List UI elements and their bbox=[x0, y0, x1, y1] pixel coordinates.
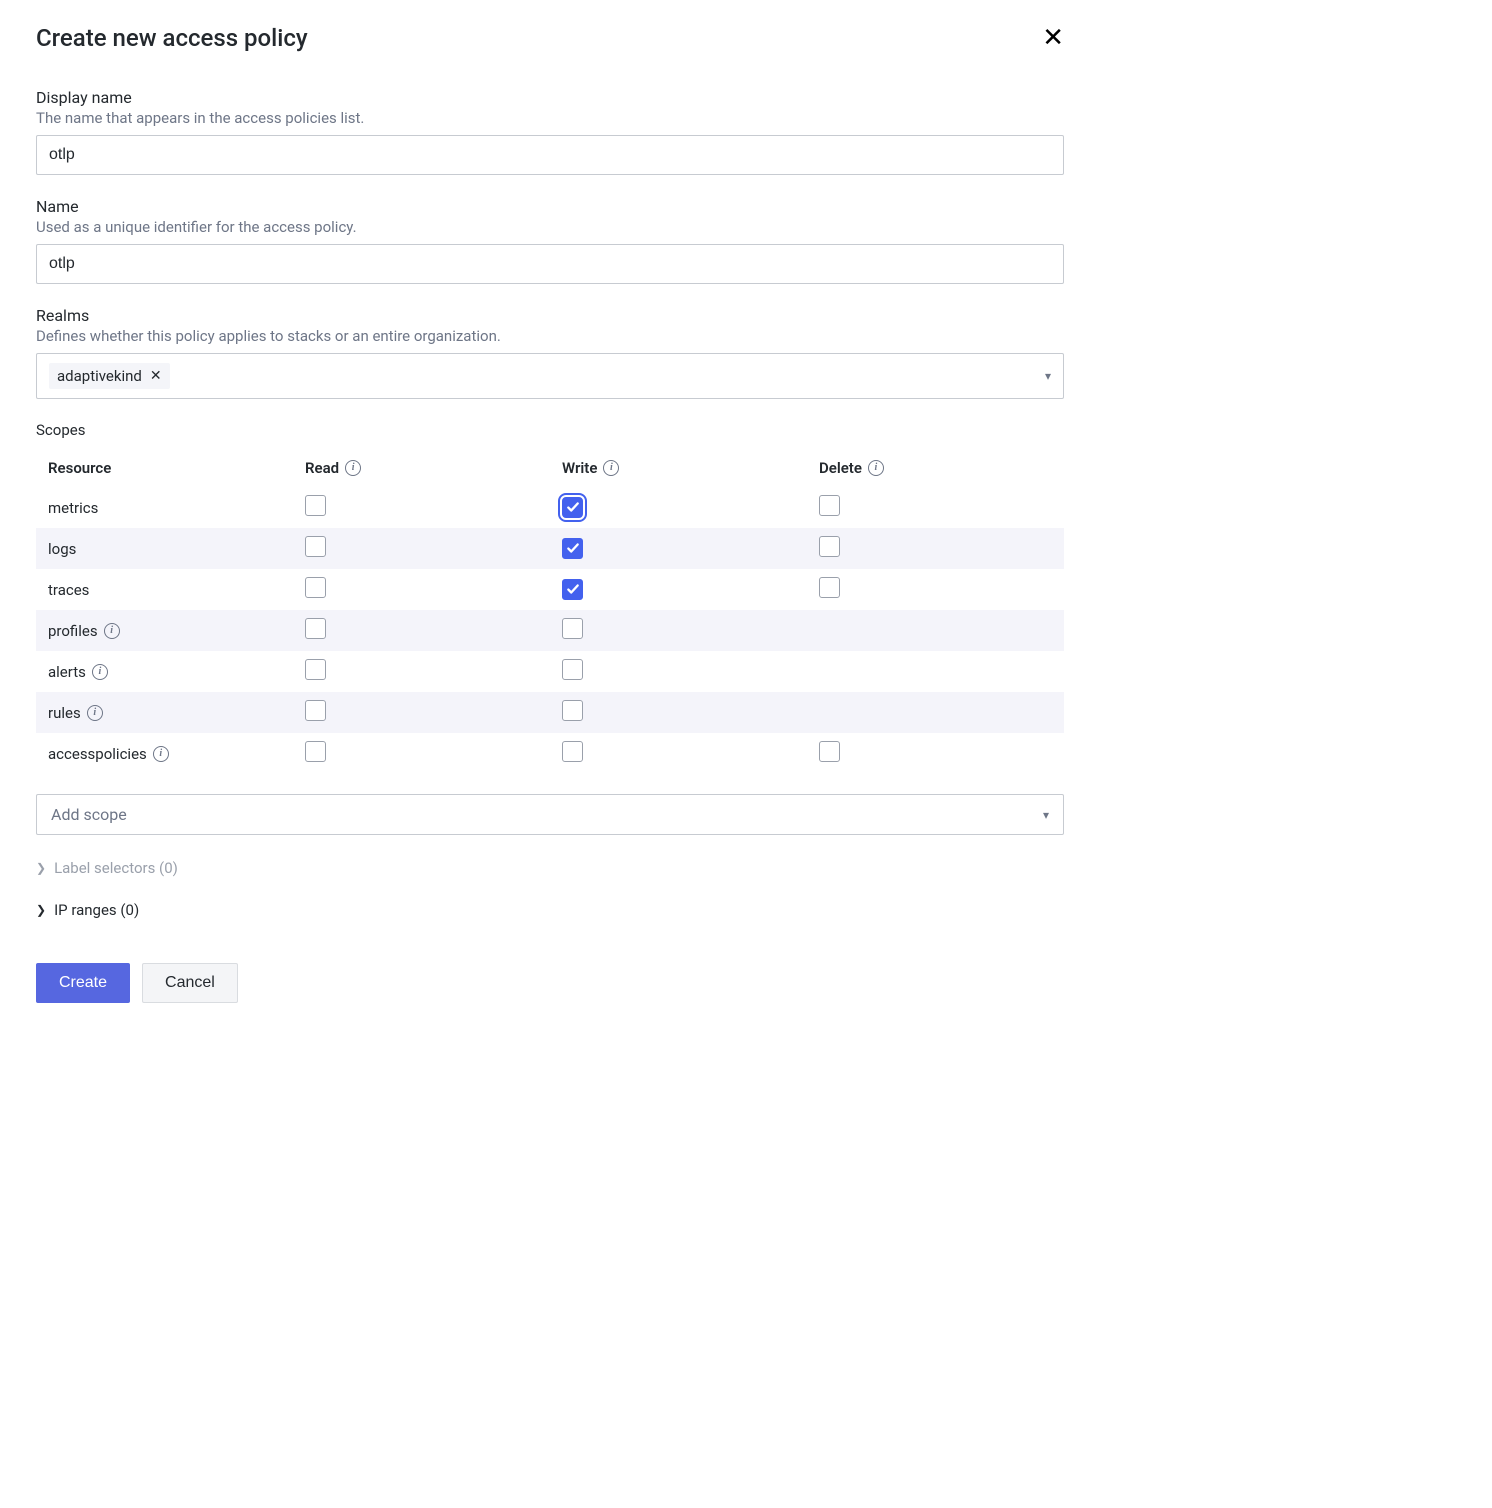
scope-read-checkbox[interactable] bbox=[305, 618, 326, 639]
scope-row-metrics: metrics bbox=[36, 487, 1064, 528]
scope-write-checkbox[interactable] bbox=[562, 497, 583, 518]
display-name-label: Display name bbox=[36, 88, 1064, 107]
label-selectors-accordion[interactable]: ❯ Label selectors (0) bbox=[36, 859, 1064, 877]
realms-select[interactable]: adaptivekind ✕ ▾ bbox=[36, 353, 1064, 399]
chevron-right-icon: ❯ bbox=[36, 903, 46, 917]
scope-write-checkbox[interactable] bbox=[562, 618, 583, 639]
info-icon[interactable]: i bbox=[603, 460, 619, 476]
scope-name: accesspolicies bbox=[48, 745, 147, 763]
scope-delete-checkbox[interactable] bbox=[819, 495, 840, 516]
label-selectors-label: Label selectors (0) bbox=[54, 859, 178, 877]
scope-delete-checkbox[interactable] bbox=[819, 536, 840, 557]
realm-chip: adaptivekind ✕ bbox=[49, 363, 170, 389]
scope-row-accesspolicies: accesspolicies i bbox=[36, 733, 1064, 774]
scope-row-logs: logs bbox=[36, 528, 1064, 569]
close-button[interactable]: ✕ bbox=[1042, 24, 1064, 50]
scope-read-checkbox[interactable] bbox=[305, 577, 326, 598]
scopes-header-resource: Resource bbox=[36, 449, 293, 487]
display-name-help: The name that appears in the access poli… bbox=[36, 109, 1064, 127]
scope-read-checkbox[interactable] bbox=[305, 700, 326, 721]
dialog-title: Create new access policy bbox=[36, 24, 308, 52]
scopes-header-delete: Delete bbox=[819, 459, 862, 477]
name-help: Used as a unique identifier for the acce… bbox=[36, 218, 1064, 236]
scope-row-traces: traces bbox=[36, 569, 1064, 610]
info-icon[interactable]: i bbox=[345, 460, 361, 476]
scopes-label: Scopes bbox=[36, 421, 1064, 439]
ip-ranges-label: IP ranges (0) bbox=[54, 901, 139, 919]
scope-name: metrics bbox=[48, 499, 98, 517]
cancel-button[interactable]: Cancel bbox=[142, 963, 238, 1003]
ip-ranges-accordion[interactable]: ❯ IP ranges (0) bbox=[36, 901, 1064, 919]
scope-write-checkbox[interactable] bbox=[562, 700, 583, 721]
scope-name: rules bbox=[48, 704, 81, 722]
scope-row-alerts: alertsi bbox=[36, 651, 1064, 692]
scopes-header-write: Write bbox=[562, 459, 597, 477]
add-scope-select[interactable]: Add scope ▾ bbox=[36, 794, 1064, 835]
name-input[interactable] bbox=[36, 244, 1064, 284]
scope-delete-checkbox[interactable] bbox=[819, 741, 840, 762]
info-icon[interactable]: i bbox=[868, 460, 884, 476]
realms-help: Defines whether this policy applies to s… bbox=[36, 327, 1064, 345]
scope-write-checkbox[interactable] bbox=[562, 659, 583, 680]
realms-label: Realms bbox=[36, 306, 1064, 325]
scope-write-checkbox[interactable] bbox=[562, 741, 583, 762]
scope-read-checkbox[interactable] bbox=[305, 659, 326, 680]
scope-name: logs bbox=[48, 540, 76, 558]
realm-chip-remove-icon[interactable]: ✕ bbox=[150, 369, 162, 383]
scope-read-checkbox[interactable] bbox=[305, 495, 326, 516]
chevron-down-icon: ▾ bbox=[1043, 808, 1049, 822]
chevron-down-icon: ▾ bbox=[1045, 369, 1051, 383]
scope-row-profiles: profiles i bbox=[36, 610, 1064, 651]
scope-write-checkbox[interactable] bbox=[562, 538, 583, 559]
chevron-right-icon: ❯ bbox=[36, 861, 46, 875]
create-button[interactable]: Create bbox=[36, 963, 130, 1003]
realm-chip-label: adaptivekind bbox=[57, 367, 142, 385]
scope-write-checkbox[interactable] bbox=[562, 579, 583, 600]
scope-name: alerts bbox=[48, 663, 86, 681]
info-icon[interactable]: i bbox=[104, 623, 120, 639]
scope-row-rules: rulesi bbox=[36, 692, 1064, 733]
add-scope-placeholder: Add scope bbox=[51, 805, 127, 824]
scope-read-checkbox[interactable] bbox=[305, 741, 326, 762]
info-icon[interactable]: i bbox=[92, 664, 108, 680]
scope-delete-checkbox[interactable] bbox=[819, 577, 840, 598]
scope-name: profiles bbox=[48, 622, 98, 640]
display-name-input[interactable] bbox=[36, 135, 1064, 175]
info-icon[interactable]: i bbox=[153, 746, 169, 762]
scope-read-checkbox[interactable] bbox=[305, 536, 326, 557]
scope-name: traces bbox=[48, 581, 89, 599]
scopes-table: Resource Read i Write i Delete bbox=[36, 449, 1064, 774]
scopes-header-read: Read bbox=[305, 459, 339, 477]
info-icon[interactable]: i bbox=[87, 705, 103, 721]
name-label: Name bbox=[36, 197, 1064, 216]
close-icon: ✕ bbox=[1042, 22, 1064, 52]
